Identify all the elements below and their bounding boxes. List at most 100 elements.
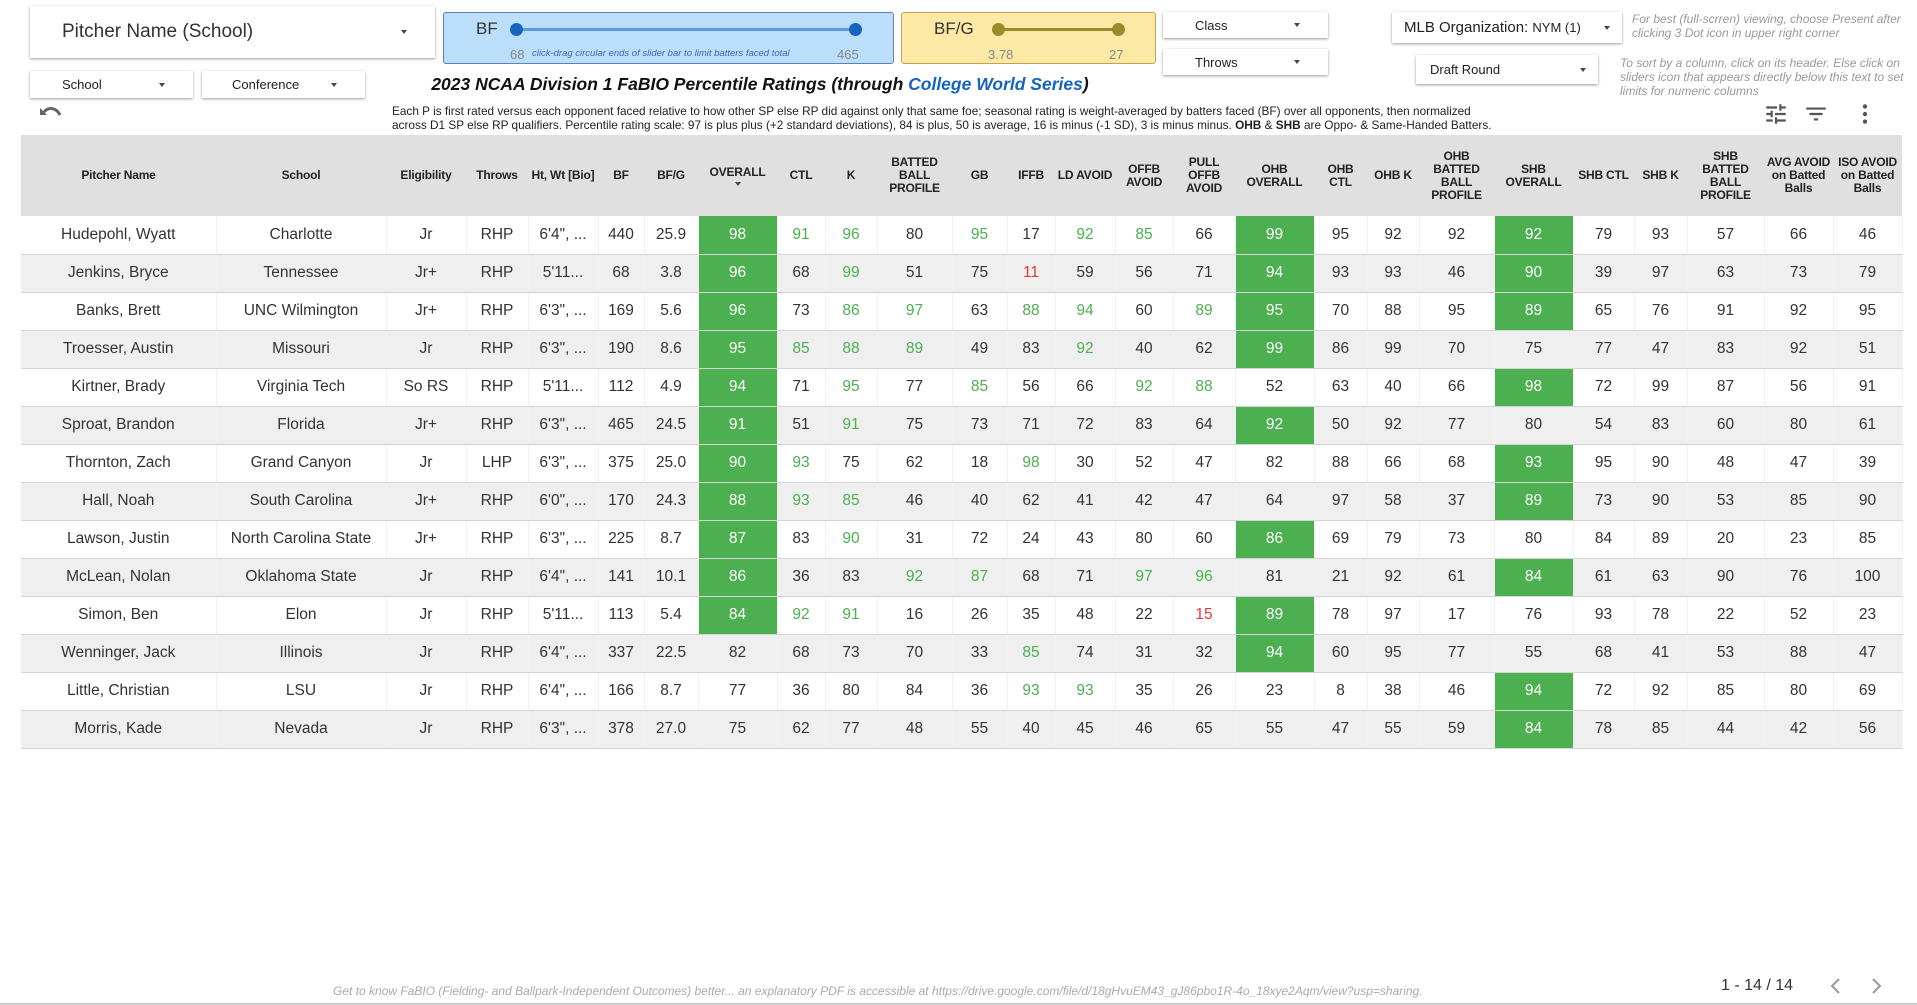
table-row[interactable]: Hall, Noah South Carolina Jr+ RHP 6'0", ... 1… [21, 482, 1903, 521]
table-row[interactable]: Hudepohl, Wyatt Charlotte Jr RHP 6'4", ... 44… [21, 216, 1903, 255]
tune-icon[interactable] [1763, 101, 1789, 127]
bf-slider-min-handle[interactable] [510, 23, 523, 36]
more-vert-icon[interactable] [1852, 101, 1878, 127]
column-header[interactable]: ISO AVOID on Batted Balls [1833, 135, 1902, 216]
column-header[interactable]: OHB K [1367, 135, 1419, 216]
table-cell: Jr [386, 634, 467, 673]
column-header[interactable]: BATTED BALL PROFILE [877, 135, 952, 216]
table-cell: 93 [1055, 672, 1116, 711]
next-page-button[interactable] [1866, 975, 1886, 997]
table-cell: 42 [1115, 482, 1174, 521]
table-cell: 8 [1314, 672, 1368, 711]
column-header[interactable]: Pitcher Name [21, 135, 216, 216]
table-cell: 63 [952, 292, 1008, 331]
table-cell: 73 [777, 292, 826, 331]
bfg-slider-track[interactable] [998, 28, 1118, 31]
table-cell: 24 [1007, 520, 1056, 559]
table-row[interactable]: Troesser, Austin Missouri Jr RHP 6'3", ... 19… [21, 330, 1903, 369]
table-row[interactable]: Kirtner, Brady Virginia Tech So RS RHP 5'11.… [21, 368, 1903, 407]
college-world-series-link[interactable]: College World Series [908, 74, 1083, 94]
table-cell: 90 [825, 520, 878, 559]
table-cell: 38 [1367, 672, 1420, 711]
table-cell: 75 [1494, 330, 1574, 369]
mlb-organization-dropdown[interactable]: MLB Organization: NYM (1) [1392, 12, 1622, 43]
table-cell: 64 [1173, 406, 1236, 445]
column-header[interactable]: SHB BATTED BALL PROFILE [1687, 135, 1764, 216]
table-row[interactable]: McLean, Nolan Oklahoma State Jr RHP 6'4", ..… [21, 558, 1903, 597]
table-cell: Hall, Noah [21, 482, 217, 521]
table-cell: 25.9 [644, 216, 699, 255]
table-cell: 51 [777, 406, 826, 445]
column-header[interactable]: Ht, Wt [Bio] [528, 135, 598, 216]
column-header[interactable]: AVG AVOID on Batted Balls [1764, 135, 1833, 216]
table-row[interactable]: Lawson, Justin North Carolina State Jr+ RHP… [21, 520, 1903, 559]
table-row[interactable]: Jenkins, Bryce Tennessee Jr+ RHP 5'11... 68 3.… [21, 254, 1903, 293]
column-header[interactable]: GB [952, 135, 1007, 216]
table-cell: 47 [1833, 634, 1903, 673]
column-header[interactable]: BF/G [644, 135, 698, 216]
table-cell: 5'11... [528, 596, 599, 635]
pitcher-name-dropdown[interactable]: Pitcher Name (School) [30, 6, 435, 58]
table-cell: 93 [1007, 672, 1056, 711]
table-cell: 68 [1419, 444, 1495, 483]
throws-dropdown[interactable]: Throws [1163, 49, 1328, 75]
column-header[interactable]: OFFB AVOID [1115, 135, 1173, 216]
column-header[interactable]: CTL [777, 135, 825, 216]
column-header[interactable]: School [216, 135, 386, 216]
table-row[interactable]: Little, Christian LSU Jr RHP 6'4", ... 166 8.7… [21, 672, 1903, 711]
draft-round-dropdown[interactable]: Draft Round [1416, 55, 1598, 84]
bfg-slider-max-handle[interactable] [1112, 23, 1125, 36]
table-cell: 93 [1367, 254, 1420, 293]
column-header[interactable]: SHB OVERALL [1494, 135, 1573, 216]
table-cell: 17 [1007, 216, 1056, 255]
column-header[interactable]: SHB K [1634, 135, 1687, 216]
table-row[interactable]: Thornton, Zach Grand Canyon Jr LHP 6'3", ...… [21, 444, 1903, 483]
bf-range-slider[interactable]: BF 68 click-drag circular ends of slider… [443, 12, 894, 64]
table-row[interactable]: Wenninger, Jack Illinois Jr RHP 6'4", ... 337… [21, 634, 1903, 673]
column-header[interactable]: OHB CTL [1314, 135, 1367, 216]
bf-slider-track[interactable] [516, 28, 856, 31]
bf-slider-max-handle[interactable] [849, 23, 862, 36]
conference-dropdown[interactable]: Conference [202, 71, 365, 98]
bfg-range-slider[interactable]: BF/G 3.78 27 [901, 12, 1156, 64]
table-cell: 10.1 [644, 558, 699, 597]
table-cell: 85 [1115, 216, 1174, 255]
table-cell: Jr+ [386, 254, 467, 293]
table-cell: 89 [1494, 482, 1574, 521]
table-row[interactable]: Banks, Brett UNC Wilmington Jr+ RHP 6'3", ..… [21, 292, 1903, 331]
table-cell: 91 [698, 406, 778, 445]
column-header[interactable]: LD AVOID [1055, 135, 1115, 216]
undo-icon[interactable] [38, 104, 64, 126]
table-cell: 66 [1055, 368, 1116, 407]
table-row[interactable]: Morris, Kade Nevada Jr RHP 6'3", ... 378 27.0 7… [21, 710, 1903, 749]
table-cell: 24.3 [644, 482, 699, 521]
column-header[interactable]: IFFB [1007, 135, 1055, 216]
column-header[interactable]: Throws [466, 135, 528, 216]
table-cell: 84 [877, 672, 953, 711]
table-cell: McLean, Nolan [21, 558, 217, 597]
table-cell: 225 [598, 520, 645, 559]
column-header-label: SHB OVERALL [1505, 161, 1562, 189]
mlb-organization-label: MLB Organization: [1404, 19, 1529, 36]
column-header[interactable]: OHB OVERALL [1235, 135, 1314, 216]
table-cell: 62 [1173, 330, 1236, 369]
table-cell: 78 [1634, 596, 1688, 635]
column-header-label: IFFB [1018, 168, 1044, 182]
column-header[interactable]: PULL OFFB AVOID [1173, 135, 1235, 216]
table-cell: 86 [1314, 330, 1368, 369]
table-cell: 141 [598, 558, 645, 597]
column-header[interactable]: SHB CTL [1573, 135, 1634, 216]
table-cell: 40 [1367, 368, 1420, 407]
column-header[interactable]: Eligibility [386, 135, 466, 216]
column-header[interactable]: BF [598, 135, 644, 216]
class-dropdown[interactable]: Class [1163, 12, 1328, 38]
table-row[interactable]: Sproat, Brandon Florida Jr+ RHP 6'3", ... 465… [21, 406, 1903, 445]
filter-icon[interactable] [1803, 101, 1829, 127]
table-row[interactable]: Simon, Ben Elon Jr RHP 5'11... 113 5.4 84 92 91 16… [21, 596, 1903, 635]
column-header[interactable]: K [825, 135, 877, 216]
bfg-slider-min-handle[interactable] [992, 23, 1005, 36]
previous-page-button[interactable] [1826, 975, 1846, 997]
school-dropdown[interactable]: School [30, 71, 193, 98]
column-header[interactable]: OHB BATTED BALL PROFILE [1419, 135, 1494, 216]
column-header[interactable]: OVERALL [698, 135, 777, 216]
